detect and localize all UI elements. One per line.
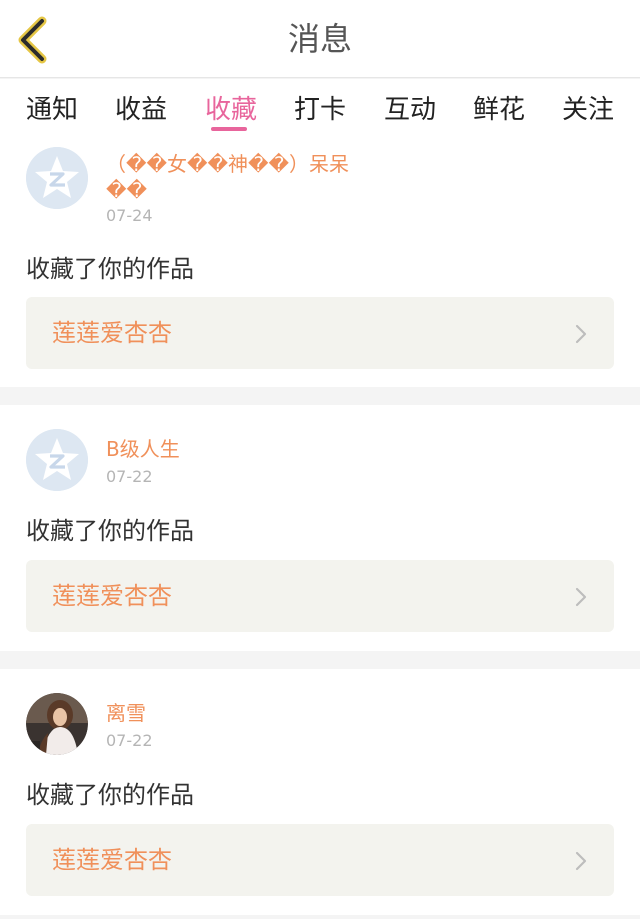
tab-earnings[interactable]: 收益 xyxy=(115,89,167,126)
default-star-avatar-icon xyxy=(26,429,88,491)
notification-card: 离雪 07-22 收藏了你的作品 莲莲爱杏杏 xyxy=(0,669,640,915)
work-title: 莲莲爱杏杏 xyxy=(52,846,172,874)
work-link[interactable]: 莲莲爱杏杏 xyxy=(26,297,614,369)
notification-card: B级人生 07-22 收藏了你的作品 莲莲爱杏杏 xyxy=(0,405,640,651)
action-text: 收藏了你的作品 xyxy=(26,255,194,283)
avatar[interactable] xyxy=(26,429,88,491)
work-link[interactable]: 莲莲爱杏杏 xyxy=(26,824,614,896)
notification-date: 07-22 xyxy=(106,467,153,486)
notification-card: （��女��神��）呆呆 �� 07-24 收藏了你的作品 莲莲爱杏杏 xyxy=(0,139,640,387)
work-title: 莲莲爱杏杏 xyxy=(52,582,172,610)
tab-favorites[interactable]: 收藏 xyxy=(205,89,257,126)
action-text: 收藏了你的作品 xyxy=(26,781,194,809)
top-bar: 消息 xyxy=(0,0,640,78)
tab-follow[interactable]: 关注 xyxy=(562,89,614,126)
action-text: 收藏了你的作品 xyxy=(26,517,194,545)
tab-checkin[interactable]: 打卡 xyxy=(294,89,346,126)
default-star-avatar-icon xyxy=(26,147,88,209)
work-title: 莲莲爱杏杏 xyxy=(52,319,172,347)
notification-date: 07-24 xyxy=(106,206,153,225)
username[interactable]: 离雪 xyxy=(106,700,146,726)
tab-flowers[interactable]: 鲜花 xyxy=(473,89,525,126)
chevron-right-icon xyxy=(575,587,587,607)
page-title: 消息 xyxy=(287,20,352,58)
work-link[interactable]: 莲莲爱杏杏 xyxy=(26,560,614,632)
photo-avatar-icon xyxy=(26,693,88,755)
chevron-right-icon xyxy=(575,851,587,871)
tab-notice[interactable]: 通知 xyxy=(26,89,78,126)
tab-interaction[interactable]: 互动 xyxy=(384,89,436,126)
username-continued[interactable]: �� xyxy=(106,177,147,203)
avatar[interactable] xyxy=(26,693,88,755)
username[interactable]: B级人生 xyxy=(106,436,180,462)
notification-date: 07-22 xyxy=(106,731,153,750)
avatar[interactable] xyxy=(26,147,88,209)
username[interactable]: （��女��神��）呆呆 xyxy=(106,151,349,177)
active-tab-indicator xyxy=(211,127,247,131)
tab-bar: 通知 收益 收藏 打卡 互动 鲜花 关注 xyxy=(0,79,640,139)
chevron-right-icon xyxy=(575,324,587,344)
